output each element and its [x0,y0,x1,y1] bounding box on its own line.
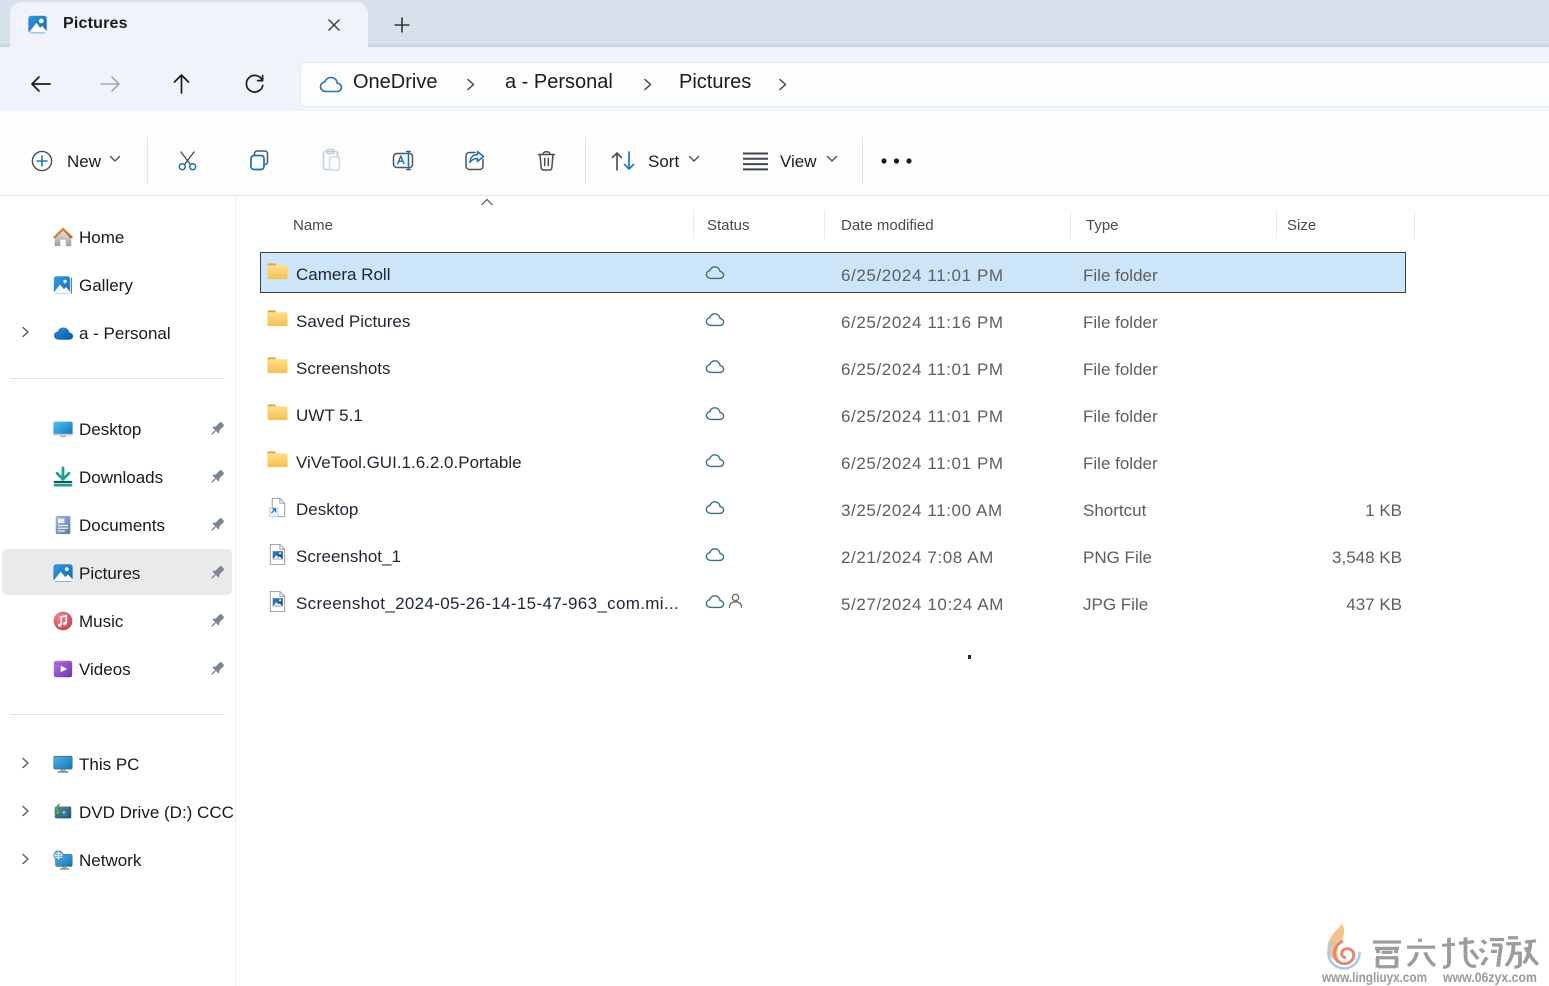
svg-text:www.06zyx.com: www.06zyx.com [1442,969,1537,985]
svg-text:www.lingliuyx.com: www.lingliuyx.com [1321,969,1427,985]
